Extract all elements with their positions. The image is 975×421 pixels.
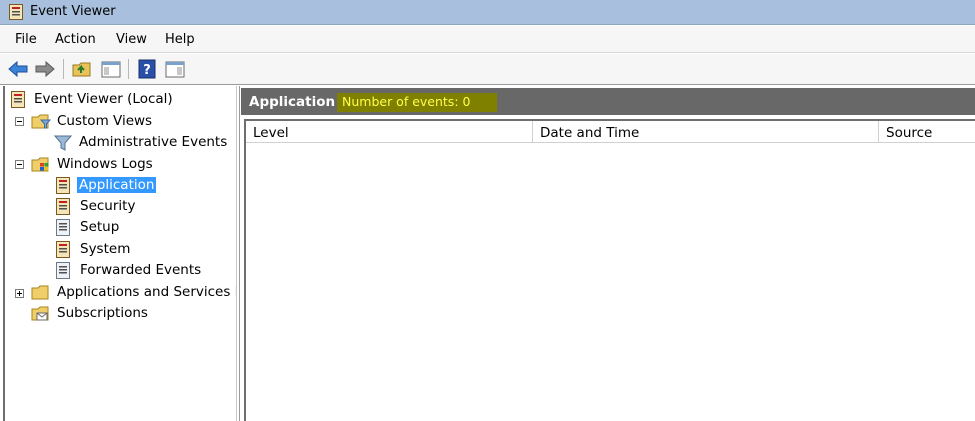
tree-label-setup: Setup [80, 219, 120, 235]
column-header-source[interactable]: Source [879, 121, 975, 143]
expand-applications-services-icon[interactable] [15, 289, 24, 298]
folder-filter-icon [31, 113, 52, 130]
splitter-handle[interactable] [239, 86, 240, 421]
show-hide-action-pane-icon[interactable] [164, 58, 186, 80]
svg-text:?: ? [143, 63, 151, 78]
menu-action[interactable]: Action [55, 32, 96, 47]
tree-item-administrative-events[interactable]: Administrative Events [53, 132, 234, 152]
tree-item-forwarded-events[interactable]: Forwarded Events [55, 260, 235, 280]
toolbar: ? [0, 54, 975, 85]
tree-item-applications-and-services[interactable]: Applications and Services Lo [31, 282, 236, 302]
tree-item-setup[interactable]: Setup [55, 217, 235, 237]
tree-item-subscriptions[interactable]: Subscriptions [31, 303, 231, 323]
toolbar-separator [63, 59, 64, 79]
tree-label-custom-views: Custom Views [57, 113, 153, 129]
folder-icon [31, 284, 49, 301]
log-file-icon [55, 262, 73, 279]
tree-item-application[interactable]: Application [55, 175, 235, 195]
column-header-date-and-time[interactable]: Date and Time [533, 121, 879, 143]
tree-label-application: Application [77, 177, 157, 193]
menu-bar: File Action View Help [0, 26, 975, 53]
menu-file[interactable]: File [15, 32, 37, 47]
navigation-tree: Event Viewer (Local) Custom Views Admini… [0, 86, 240, 421]
column-label-date-and-time: Date and Time [540, 125, 640, 141]
menu-help[interactable]: Help [165, 32, 195, 47]
log-file-icon [55, 219, 73, 236]
help-icon[interactable]: ? [136, 58, 158, 80]
event-viewer-window: Event Viewer File Action View Help ? Eve… [0, 0, 975, 421]
tree-label-applications-and-services: Applications and Services Lo [57, 284, 236, 300]
collapse-custom-views-icon[interactable] [15, 117, 24, 126]
tree-label-windows-logs: Windows Logs [57, 156, 153, 172]
column-label-level: Level [253, 125, 289, 141]
event-count-badge: Number of events: 0 [337, 93, 497, 112]
log-file-icon [55, 177, 73, 194]
menu-view[interactable]: View [116, 32, 147, 47]
forward-arrow-icon[interactable] [34, 58, 56, 80]
tree-label-system: System [80, 241, 131, 257]
filter-funnel-icon [53, 134, 73, 151]
log-title: Application [249, 94, 336, 110]
column-label-source: Source [886, 125, 933, 141]
tree-item-security[interactable]: Security [55, 196, 235, 216]
collapse-windows-logs-icon[interactable] [15, 160, 24, 169]
column-header-level[interactable]: Level [246, 121, 533, 143]
tree-border [3, 86, 5, 421]
tree-item-custom-views[interactable]: Custom Views [31, 111, 231, 131]
toolbar-separator [128, 59, 129, 79]
up-folder-icon[interactable] [71, 58, 93, 80]
subscriptions-icon [31, 305, 49, 322]
tree-label-root: Event Viewer (Local) [34, 91, 173, 107]
tree-item-system[interactable]: System [55, 239, 235, 259]
event-viewer-icon [10, 91, 28, 108]
content-pane: Application Number of events: 0 Level Da… [241, 86, 975, 421]
title-bar: Event Viewer [0, 0, 975, 25]
events-table[interactable]: Level Date and Time Source [244, 119, 975, 421]
show-hide-tree-icon[interactable] [100, 58, 122, 80]
tree-label-subscriptions: Subscriptions [57, 305, 148, 321]
back-arrow-icon[interactable] [7, 58, 29, 80]
tree-item-root[interactable]: Event Viewer (Local) [10, 89, 230, 109]
splitter-line [236, 86, 237, 421]
events-table-header: Level Date and Time Source [246, 121, 975, 143]
log-file-icon [55, 241, 73, 258]
tree-label-forwarded-events: Forwarded Events [80, 262, 202, 278]
window-title: Event Viewer [30, 4, 116, 19]
tree-label-security: Security [80, 198, 136, 214]
event-viewer-app-icon [9, 4, 23, 20]
content-header: Application Number of events: 0 [241, 88, 975, 115]
log-file-icon [55, 198, 73, 215]
tree-item-windows-logs[interactable]: Windows Logs [31, 154, 231, 174]
folder-windows-icon [31, 156, 49, 173]
tree-label-administrative-events: Administrative Events [79, 134, 228, 150]
